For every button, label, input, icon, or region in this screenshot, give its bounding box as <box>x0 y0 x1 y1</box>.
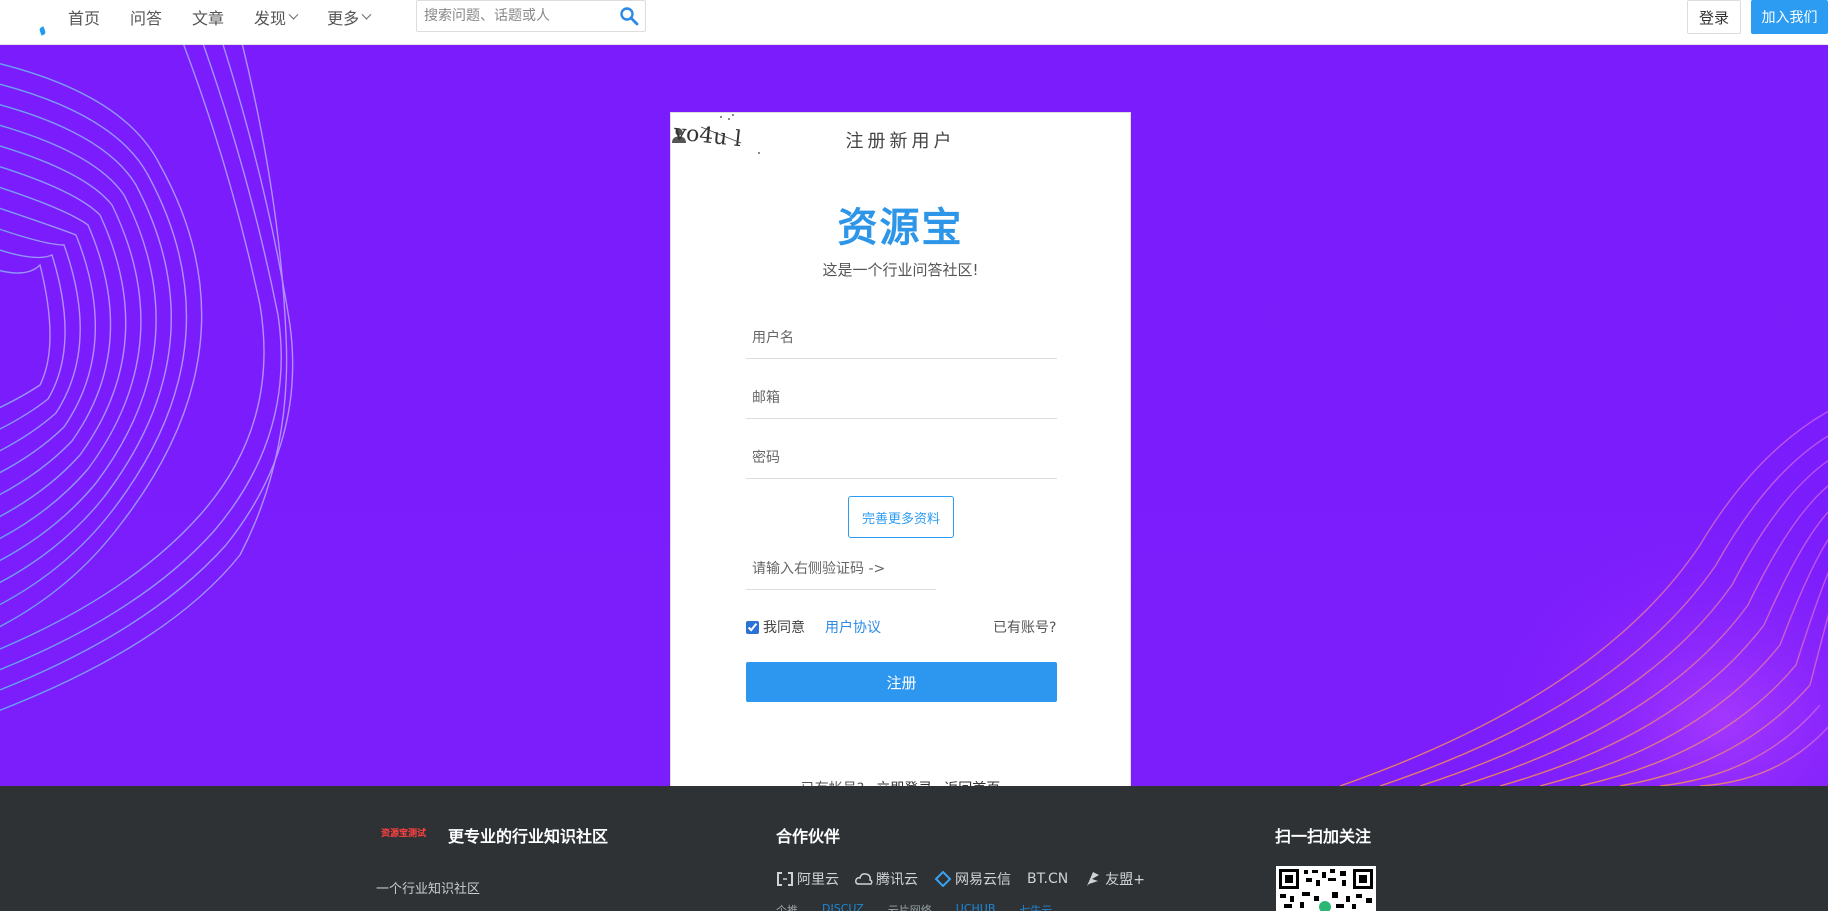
card-footer-links: 已有帐号? 立即登录 返回首页 <box>671 778 1130 786</box>
nav-home[interactable]: 首页 <box>68 5 100 29</box>
partner-discuz[interactable]: DISCUZ <box>822 902 864 911</box>
top-navbar: 首页 问答 文章 发现 更多 登录 加入我们 <box>0 0 1828 45</box>
umeng-icon <box>1087 872 1100 886</box>
nav-more-label: 更多 <box>327 9 360 28</box>
nav-home-label: 首页 <box>68 9 101 28</box>
captcha-text: vo4u l <box>671 120 742 152</box>
back-home-link[interactable]: 返回首页 <box>944 778 1000 786</box>
partner-yunpian[interactable]: 云片网络 <box>888 902 932 911</box>
partner-netease-label: 网易云信 <box>955 872 1011 888</box>
partners-list: 阿里云 腾讯云 网易云信 BT.CN 友盟+ <box>776 869 1145 889</box>
partner-uchub[interactable]: UCHUB <box>956 902 996 911</box>
captcha-field <box>746 550 936 590</box>
email-input[interactable] <box>746 379 1057 417</box>
username-input[interactable] <box>746 319 1057 357</box>
nav-more[interactable]: 更多 <box>327 5 372 29</box>
footer-tagline: 更专业的行业知识社区 <box>448 827 609 846</box>
partner-tencent-label: 腾讯云 <box>876 872 918 888</box>
nav-discover-label: 发现 <box>254 9 287 28</box>
cloud-icon <box>855 873 873 885</box>
agree-label: 我同意 <box>763 620 805 636</box>
qr-title: 扫一扫加关注 <box>1275 827 1372 846</box>
nav-articles[interactable]: 文章 <box>192 5 224 29</box>
captcha-input[interactable] <box>746 550 936 588</box>
partner-umeng[interactable]: 友盟+ <box>1084 869 1145 889</box>
partners-row-2: 个推 DISCUZ 云片网络 UCHUB 七牛云 <box>776 902 1052 911</box>
register-card: 注册新用户 资源宝 这是一个行业问答社区! 完善更多资料 vo4u l 我同意 … <box>670 112 1131 786</box>
site-footer: 资源宝测试 更专业的行业知识社区 一个行业知识社区 合作伙伴 阿里云 腾讯云 网… <box>0 786 1828 911</box>
have-account-text: 已有帐号? <box>801 778 864 786</box>
agree-checkbox[interactable] <box>746 620 759 634</box>
brand-title: 资源宝 <box>837 205 964 251</box>
join-button[interactable]: 加入我们 <box>1751 0 1828 34</box>
register-heading-text: 注册新用户 <box>845 131 956 152</box>
partner-tencent[interactable]: 腾讯云 <box>855 869 918 889</box>
partner-bt-label: BT.CN <box>1027 871 1069 887</box>
footer-description: 一个行业知识社区 <box>376 882 481 897</box>
password-input[interactable] <box>746 439 1057 477</box>
more-info-button[interactable]: 完善更多资料 <box>848 496 954 538</box>
search-input[interactable] <box>417 1 607 31</box>
partner-netease[interactable]: 网易云信 <box>934 869 1011 889</box>
search-box <box>416 0 646 32</box>
site-logo[interactable] <box>38 26 47 36</box>
footer-logo: 资源宝测试 <box>381 829 427 839</box>
main-nav: 首页 问答 文章 发现 更多 <box>68 0 400 34</box>
have-account-link[interactable]: 已有账号? <box>993 617 1056 637</box>
email-field <box>746 379 1057 419</box>
partner-getui[interactable]: 个推 <box>776 902 798 911</box>
hero-background: 注册新用户 资源宝 这是一个行业问答社区! 完善更多资料 vo4u l 我同意 … <box>0 45 1828 786</box>
username-field <box>746 319 1057 359</box>
partner-aliyun-label: 阿里云 <box>797 872 839 888</box>
agree-checkbox-group[interactable]: 我同意 <box>746 617 805 637</box>
chevron-down-icon <box>361 9 372 20</box>
partner-umeng-label: 友盟+ <box>1105 872 1145 888</box>
nav-questions-label: 问答 <box>130 9 163 28</box>
partner-qiniu[interactable]: 七牛云 <box>1019 902 1052 911</box>
login-button[interactable]: 登录 <box>1687 0 1741 34</box>
brand-subtitle: 这是一个行业问答社区! <box>822 261 979 279</box>
chevron-down-icon <box>288 9 299 20</box>
aliyun-icon <box>777 872 793 886</box>
netease-icon <box>934 871 952 887</box>
nav-questions[interactable]: 问答 <box>130 5 162 29</box>
nav-discover[interactable]: 发现 <box>254 5 299 29</box>
login-now-link[interactable]: 立即登录 <box>876 778 932 786</box>
search-icon[interactable] <box>619 6 639 26</box>
partners-title: 合作伙伴 <box>776 827 841 846</box>
captcha-image[interactable]: vo4u l <box>671 113 771 157</box>
partner-bt[interactable]: BT.CN <box>1027 869 1068 889</box>
password-field <box>746 439 1057 479</box>
nav-articles-label: 文章 <box>192 9 225 28</box>
partner-aliyun[interactable]: 阿里云 <box>776 869 839 889</box>
user-agreement-link[interactable]: 用户协议 <box>825 617 881 637</box>
register-button[interactable]: 注册 <box>746 662 1057 702</box>
qr-code-image <box>1276 866 1376 911</box>
